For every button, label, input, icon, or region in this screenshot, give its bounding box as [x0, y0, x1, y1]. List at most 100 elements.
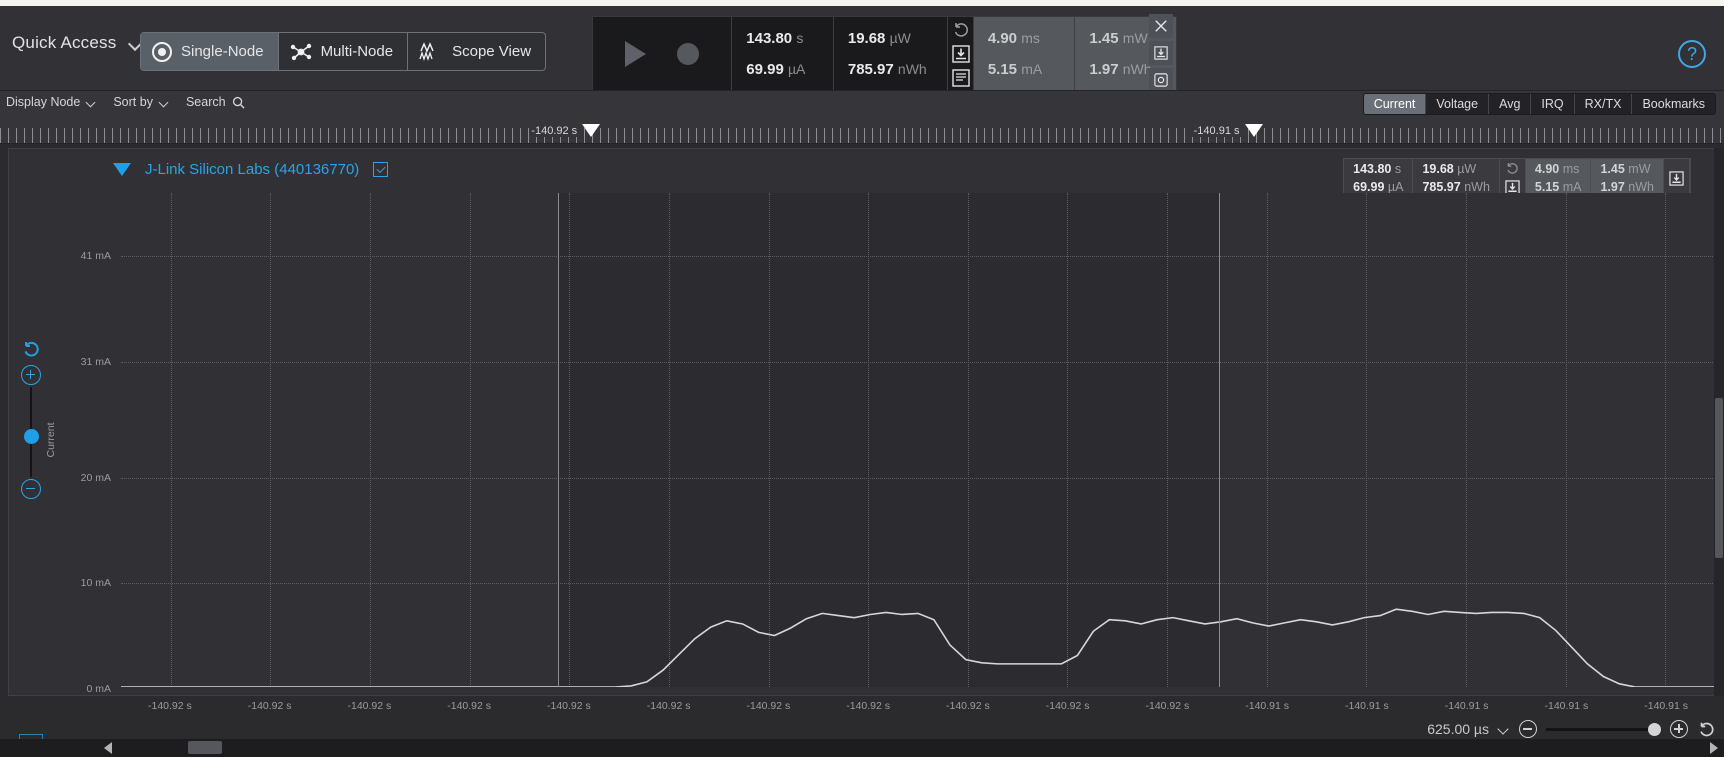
meter-current: 69.99 µA	[746, 60, 806, 78]
app-root: Quick Access Single-Node Multi-Node Scop…	[0, 0, 1724, 757]
chevron-down-icon	[159, 99, 170, 106]
zoom-in-icon[interactable]	[1670, 720, 1688, 738]
vertical-zoom-control	[19, 339, 47, 499]
readout-avg-current: 5.15 mA	[1534, 180, 1582, 194]
export-icon[interactable]	[1149, 41, 1173, 65]
chevron-down-icon[interactable]	[1498, 725, 1510, 733]
readout-export-group	[1664, 159, 1690, 197]
search-control[interactable]: Search	[186, 95, 245, 109]
report-icon[interactable]	[951, 68, 970, 87]
chart-readout-panel: 143.80 s 69.99 µA 19.68 µW 785.97 nWh 4.…	[1343, 158, 1691, 198]
meter-column-duration: 4.90 ms 5.15 mA	[972, 17, 1075, 90]
ruler-cursor-start[interactable]: -140.92 s	[529, 124, 601, 137]
readout-current: 69.99 µA	[1353, 180, 1404, 194]
cursor-line-start[interactable]	[557, 193, 559, 687]
ruler-cursor-end[interactable]: -140.91 s	[1191, 124, 1263, 137]
tab-avg[interactable]: Avg	[1489, 94, 1532, 114]
readout-avg-power: 1.45 mW	[1600, 162, 1651, 176]
quick-access-label: Quick Access	[12, 33, 117, 52]
view-mode-group: Single-Node Multi-Node Scope View	[140, 32, 547, 71]
meter-right-actions	[1148, 14, 1174, 92]
y-axis-tick: 20 mA	[80, 471, 111, 484]
tab-bookmarks[interactable]: Bookmarks	[1632, 94, 1715, 114]
plot-area[interactable]	[121, 193, 1715, 687]
display-node-label: Display Node	[6, 95, 81, 109]
screenshot-icon[interactable]	[1149, 68, 1173, 92]
x-axis-tick: -140.92 s	[945, 700, 990, 712]
tab-current[interactable]: Current	[1363, 94, 1427, 114]
vertical-zoom-thumb[interactable]	[24, 429, 39, 444]
meter-power: 19.68 µW	[847, 29, 911, 47]
vertical-scrollbar-thumb[interactable]	[1715, 398, 1723, 558]
mode-scope-view[interactable]: Scope View	[408, 33, 545, 70]
y-axis-tick: 0 mA	[86, 683, 111, 695]
x-axis-tick: -140.92 s	[846, 700, 891, 712]
ruler-ticks	[0, 128, 1724, 143]
close-icon[interactable]	[1149, 14, 1173, 38]
mode-single-node[interactable]: Single-Node	[141, 33, 279, 70]
network-nodes-icon	[290, 42, 312, 62]
radio-target-icon	[152, 41, 172, 62]
x-axis-tick: -140.92 s	[447, 700, 492, 712]
tab-irq[interactable]: IRQ	[1531, 94, 1575, 114]
mode-single-node-label: Single-Node	[181, 43, 264, 60]
readout-column-avg-power: 1.45 mW 1.97 nWh	[1591, 159, 1664, 197]
chevron-down-icon	[86, 99, 97, 106]
readout-time: 143.80 s	[1353, 162, 1402, 176]
x-axis-tick: -140.91 s	[1444, 700, 1489, 712]
undo-icon[interactable]	[952, 21, 970, 39]
cursor-line-end[interactable]	[1219, 193, 1221, 687]
ruler-cursor-end-label: -140.91 s	[1191, 124, 1242, 137]
mode-multi-node-label: Multi-Node	[320, 43, 394, 60]
help-icon[interactable]: ?	[1678, 40, 1706, 68]
triangle-down-icon[interactable]	[113, 163, 131, 176]
scroll-right-icon[interactable]	[1710, 742, 1718, 754]
timescale-slider-thumb[interactable]	[1648, 722, 1661, 736]
undo-icon[interactable]	[1505, 161, 1520, 176]
display-node-dropdown[interactable]: Display Node	[6, 95, 97, 109]
chart-metric-tabs: Current Voltage Avg IRQ RX/TX Bookmarks	[1362, 93, 1716, 115]
scroll-left-icon[interactable]	[104, 742, 112, 754]
checkbox-checked-icon[interactable]	[373, 162, 389, 177]
chart-panel: J-Link Silicon Labs (440136770) 143.80 s…	[8, 148, 1716, 757]
quick-access-menu[interactable]: Quick Access	[12, 33, 143, 53]
x-axis-tick: -140.91 s	[1245, 700, 1290, 712]
vertical-scrollbar[interactable]	[1714, 148, 1724, 696]
meter-avg-current: 5.15 mA	[987, 60, 1043, 78]
node-title[interactable]: J-Link Silicon Labs (440136770)	[145, 161, 359, 178]
reset-zoom-icon[interactable]	[21, 339, 41, 359]
tab-rxtx[interactable]: RX/TX	[1574, 94, 1633, 114]
sort-by-dropdown[interactable]: Sort by	[113, 95, 170, 109]
x-axis-tick: -140.92 s	[347, 700, 392, 712]
play-icon[interactable]	[624, 40, 646, 67]
y-axis-tick: 10 mA	[80, 577, 111, 590]
x-axis-tick: -140.91 s	[1544, 700, 1589, 712]
search-icon	[232, 96, 245, 109]
mode-multi-node[interactable]: Multi-Node	[279, 33, 409, 70]
x-axis-tick: -140.91 s	[1344, 700, 1389, 712]
reset-zoom-icon[interactable]	[1697, 720, 1716, 739]
x-axis-tick: -140.92 s	[247, 700, 292, 712]
readout-column-duration: 4.90 ms 5.15 mA	[1525, 159, 1592, 197]
readout-column-power: 19.68 µW 785.97 nWh	[1413, 159, 1500, 197]
current-trace	[121, 193, 1715, 687]
x-axis-tick: -140.92 s	[1045, 700, 1090, 712]
export-icon[interactable]	[951, 44, 970, 63]
record-icon[interactable]	[677, 42, 700, 65]
tab-voltage[interactable]: Voltage	[1426, 94, 1490, 114]
meter-column-power: 19.68 µW 785.97 nWh	[832, 17, 947, 90]
x-axis-tick: -140.92 s	[147, 700, 192, 712]
meter-elapsed-time: 143.80 s	[746, 29, 804, 47]
zoom-in-icon[interactable]	[21, 365, 41, 385]
horizontal-scrollbar-thumb[interactable]	[188, 741, 222, 754]
x-axis-tick: -140.92 s	[1145, 700, 1190, 712]
zoom-out-icon[interactable]	[21, 479, 41, 499]
measurement-panel: 143.80 s 69.99 µA 19.68 µW 785.97 nWh 4.…	[592, 16, 1177, 91]
timeline-ruler[interactable]: -140.92 s -140.91 s	[0, 118, 1724, 144]
timescale-slider-track[interactable]	[1546, 722, 1661, 736]
y-axis-tick: 41 mA	[80, 250, 111, 263]
timescale-value: 625.00 µs	[1427, 721, 1489, 737]
export-icon[interactable]	[1669, 170, 1684, 186]
horizontal-scrollbar[interactable]	[0, 739, 1724, 757]
zoom-out-icon[interactable]	[1519, 720, 1537, 738]
